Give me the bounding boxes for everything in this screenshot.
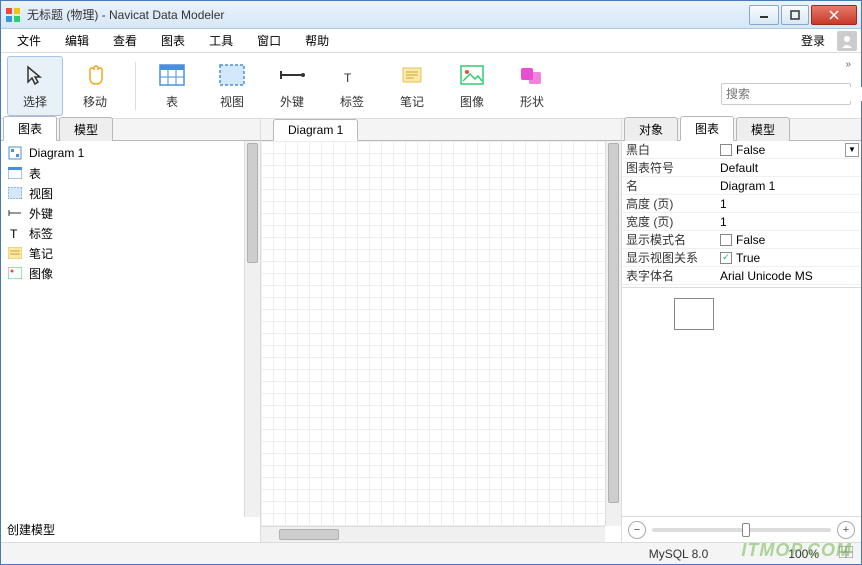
tree-item-label[interactable]: T标签 (3, 223, 258, 243)
menu-edit[interactable]: 编辑 (53, 29, 101, 52)
right-tab-object[interactable]: 对象 (624, 117, 678, 141)
tree-item-note[interactable]: 笔记 (3, 243, 258, 263)
right-tab-model[interactable]: 模型 (736, 117, 790, 141)
app-icon (5, 7, 21, 23)
svg-text:T: T (344, 71, 352, 85)
status-db: MySQL 8.0 (649, 547, 709, 561)
table-icon (158, 61, 186, 89)
image-icon (7, 265, 23, 281)
fk-icon (7, 205, 23, 221)
tree-item-view[interactable]: 视图 (3, 183, 258, 203)
tree-item-fk[interactable]: 外键 (3, 203, 258, 223)
table-icon (7, 165, 23, 181)
tree-scrollbar[interactable] (244, 141, 260, 517)
preview-panel (622, 287, 861, 516)
image-icon (458, 61, 486, 89)
login-link[interactable]: 登录 (793, 29, 833, 52)
canvas-tab-diagram1[interactable]: Diagram 1 (273, 119, 358, 141)
minimize-button[interactable] (749, 5, 779, 25)
menu-view[interactable]: 查看 (101, 29, 149, 52)
window-title: 无标题 (物理) - Navicat Data Modeler (27, 6, 747, 23)
tree-item-diagram[interactable]: Diagram 1 (3, 143, 258, 163)
checkbox[interactable] (720, 144, 732, 156)
tree-item-table[interactable]: 表 (3, 163, 258, 183)
prop-row[interactable]: 图表符号Default (622, 159, 861, 177)
dropdown-icon[interactable]: ▼ (845, 143, 859, 157)
hand-icon (81, 61, 109, 89)
label-icon: T (338, 61, 366, 89)
tool-shape[interactable]: 形状 (504, 56, 560, 116)
prop-row[interactable]: 显示视图关系✓True (622, 249, 861, 267)
tool-table[interactable]: 表 (144, 56, 200, 116)
status-zoom: 100% (788, 547, 819, 561)
canvas-vscrollbar[interactable] (605, 141, 621, 526)
prop-row[interactable]: 显示模式名False (622, 231, 861, 249)
svg-text:T: T (10, 227, 18, 240)
create-model-link[interactable]: 创建模型 (1, 517, 260, 542)
menu-diagram[interactable]: 图表 (149, 29, 197, 52)
maximize-button[interactable] (781, 5, 809, 25)
prop-row[interactable]: 宽度 (页)1 (622, 213, 861, 231)
canvas-grid (261, 141, 605, 526)
avatar-icon[interactable] (837, 31, 857, 51)
prop-row[interactable]: 高度 (页)1 (622, 195, 861, 213)
diagram-icon (7, 145, 23, 161)
checkbox[interactable]: ✓ (720, 252, 732, 264)
prop-row[interactable]: 黑白False▼ (622, 141, 861, 159)
zoom-out-button[interactable]: − (628, 521, 646, 539)
view-icon (218, 61, 246, 89)
note-icon (7, 245, 23, 261)
properties-panel: 黑白False▼ 图表符号Default 名Diagram 1 高度 (页)1 … (622, 141, 861, 287)
view-icon (7, 185, 23, 201)
toolbar-overflow[interactable]: » (845, 59, 851, 70)
left-tab-model[interactable]: 模型 (59, 117, 113, 141)
right-tab-diagram[interactable]: 图表 (680, 116, 734, 141)
fk-icon (278, 61, 306, 89)
menu-file[interactable]: 文件 (5, 29, 53, 52)
tree-item-image[interactable]: 图像 (3, 263, 258, 283)
prop-row[interactable]: 名Diagram 1 (622, 177, 861, 195)
search-box[interactable] (721, 83, 851, 105)
diagram-canvas[interactable] (261, 141, 621, 542)
zoom-in-button[interactable]: + (837, 521, 855, 539)
prop-row[interactable]: 表字体名Arial Unicode MS (622, 267, 861, 285)
tool-note[interactable]: 笔记 (384, 56, 440, 116)
menu-help[interactable]: 帮助 (293, 29, 341, 52)
tree-view: Diagram 1 表 视图 外键 T标签 笔记 图像 (1, 141, 260, 517)
tool-label[interactable]: T 标签 (324, 56, 380, 116)
shape-icon (518, 61, 546, 89)
tool-foreignkey[interactable]: 外键 (264, 56, 320, 116)
close-button[interactable] (811, 5, 857, 25)
checkbox[interactable] (720, 234, 732, 246)
status-grid-icon[interactable] (839, 546, 853, 561)
preview-viewport[interactable] (674, 298, 714, 330)
note-icon (398, 61, 426, 89)
menu-tools[interactable]: 工具 (197, 29, 245, 52)
tool-move[interactable]: 移动 (67, 56, 123, 116)
tool-view[interactable]: 视图 (204, 56, 260, 116)
menu-window[interactable]: 窗口 (245, 29, 293, 52)
left-tab-diagram[interactable]: 图表 (3, 116, 57, 141)
search-input[interactable] (726, 87, 862, 101)
cursor-icon (21, 61, 49, 89)
canvas-hscrollbar[interactable] (261, 526, 605, 542)
label-icon: T (7, 225, 23, 241)
zoom-slider[interactable] (652, 528, 831, 532)
tool-select[interactable]: 选择 (7, 56, 63, 116)
tool-image[interactable]: 图像 (444, 56, 500, 116)
